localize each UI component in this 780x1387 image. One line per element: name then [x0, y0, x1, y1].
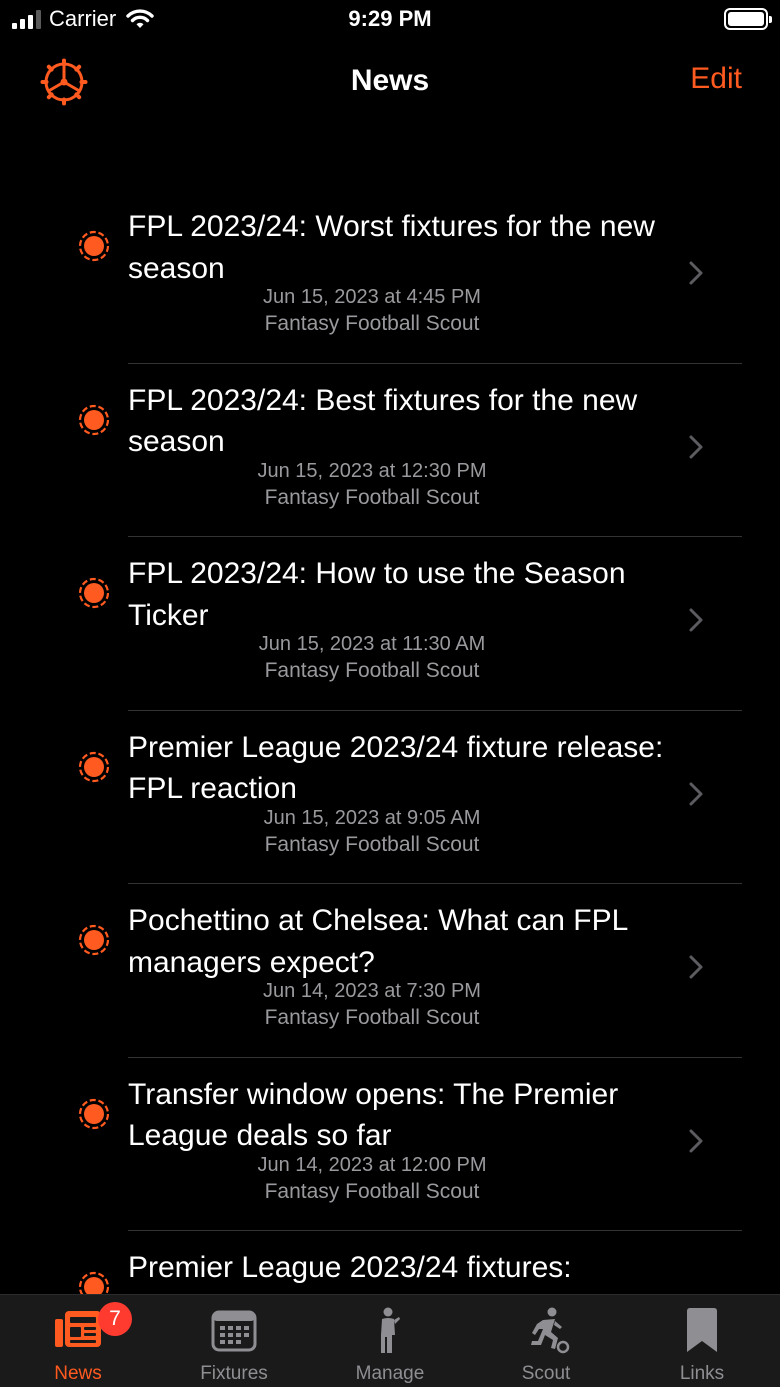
chevron-right-icon: [689, 955, 703, 979]
news-item[interactable]: Transfer window opens: The Premier Leagu…: [0, 1058, 780, 1231]
edit-button[interactable]: Edit: [690, 62, 742, 96]
notification-badge: 7: [98, 1302, 132, 1336]
status-bar: Carrier 9:29 PM: [0, 0, 780, 40]
tab-news[interactable]: News 7: [0, 1295, 156, 1387]
news-source: Fantasy Football Scout: [264, 659, 480, 682]
news-item[interactable]: FPL 2023/24: How to use the Season Ticke…: [0, 537, 780, 711]
tab-label: Manage: [355, 1363, 425, 1384]
news-date: Jun 15, 2023 at 12:30 PM: [257, 459, 487, 482]
tab-links[interactable]: Links: [624, 1295, 780, 1387]
unread-indicator-icon: [78, 1098, 110, 1129]
news-item[interactable]: FPL 2023/24: Worst fixtures for the new …: [0, 190, 780, 364]
navigation-bar: News Edit: [0, 50, 780, 110]
news-title: FPL 2023/24: Best fixtures for the new s…: [128, 383, 638, 459]
news-title: FPL 2023/24: Worst fixtures for the new …: [128, 210, 655, 285]
news-date: Jun 15, 2023 at 9:05 AM: [263, 806, 481, 829]
news-date: Jun 14, 2023 at 7:30 PM: [263, 980, 481, 1002]
unread-indicator-icon: [78, 230, 110, 262]
tab-label: News: [54, 1363, 102, 1384]
tab-label: Scout: [521, 1363, 571, 1384]
tab-label: Fixtures: [200, 1363, 268, 1384]
news-item[interactable]: Premier League 2023/24 fixtures:: [0, 1231, 780, 1294]
news-source: Fantasy Football Scout: [264, 1006, 480, 1029]
news-date: Jun 15, 2023 at 11:30 AM: [258, 633, 486, 655]
chevron-right-icon: [689, 435, 703, 458]
unread-indicator-icon: [78, 924, 110, 956]
news-source: Fantasy Football Scout: [264, 485, 480, 509]
news-date: Jun 14, 2023 at 12:00 PM: [257, 1153, 487, 1176]
chevron-right-icon: [689, 782, 703, 805]
unread-indicator-icon: [78, 1271, 110, 1294]
running-player-icon: [531, 1307, 570, 1354]
tab-scout[interactable]: Scout: [468, 1295, 624, 1387]
news-title: Premier League 2023/24 fixtures:: [128, 1251, 572, 1284]
tab-bar: News 7 Fixtures Manage Scout Links: [0, 1294, 780, 1387]
news-source: Fantasy Football Scout: [264, 312, 480, 335]
news-list[interactable]: FPL 2023/24: Worst fixtures for the new …: [0, 190, 780, 1294]
unread-indicator-icon: [78, 404, 110, 435]
calendar-icon: [211, 1310, 257, 1352]
status-time: 9:29 PM: [348, 6, 432, 31]
page-title: News: [350, 64, 430, 97]
tab-fixtures[interactable]: Fixtures: [156, 1295, 312, 1387]
unread-indicator-icon: [78, 577, 110, 609]
news-title: Transfer window opens: The Premier Leagu…: [128, 1077, 619, 1153]
unread-indicator-icon: [78, 751, 110, 782]
news-item[interactable]: Premier League 2023/24 fixture release: …: [0, 711, 780, 884]
news-item[interactable]: FPL 2023/24: Best fixtures for the new s…: [0, 364, 780, 537]
bookmark-icon: [687, 1308, 717, 1352]
newspaper-icon: [55, 1311, 101, 1347]
chevron-right-icon: [689, 608, 703, 632]
news-date: Jun 15, 2023 at 4:45 PM: [263, 286, 481, 308]
chevron-right-icon: [689, 261, 703, 285]
chevron-right-icon: [689, 1129, 703, 1152]
news-source: Fantasy Football Scout: [264, 832, 480, 856]
manager-figure-icon: [381, 1307, 400, 1353]
tab-label: Links: [679, 1363, 725, 1384]
news-title: FPL 2023/24: How to use the Season Ticke…: [128, 557, 626, 632]
news-item[interactable]: Pochettino at Chelsea: What can FPL mana…: [0, 884, 780, 1058]
news-title: Pochettino at Chelsea: What can FPL mana…: [128, 904, 628, 979]
news-title: Premier League 2023/24 fixture release: …: [128, 730, 664, 806]
battery-icon: [724, 8, 772, 30]
news-source: Fantasy Football Scout: [264, 1179, 480, 1203]
tab-manage[interactable]: Manage: [312, 1295, 468, 1387]
